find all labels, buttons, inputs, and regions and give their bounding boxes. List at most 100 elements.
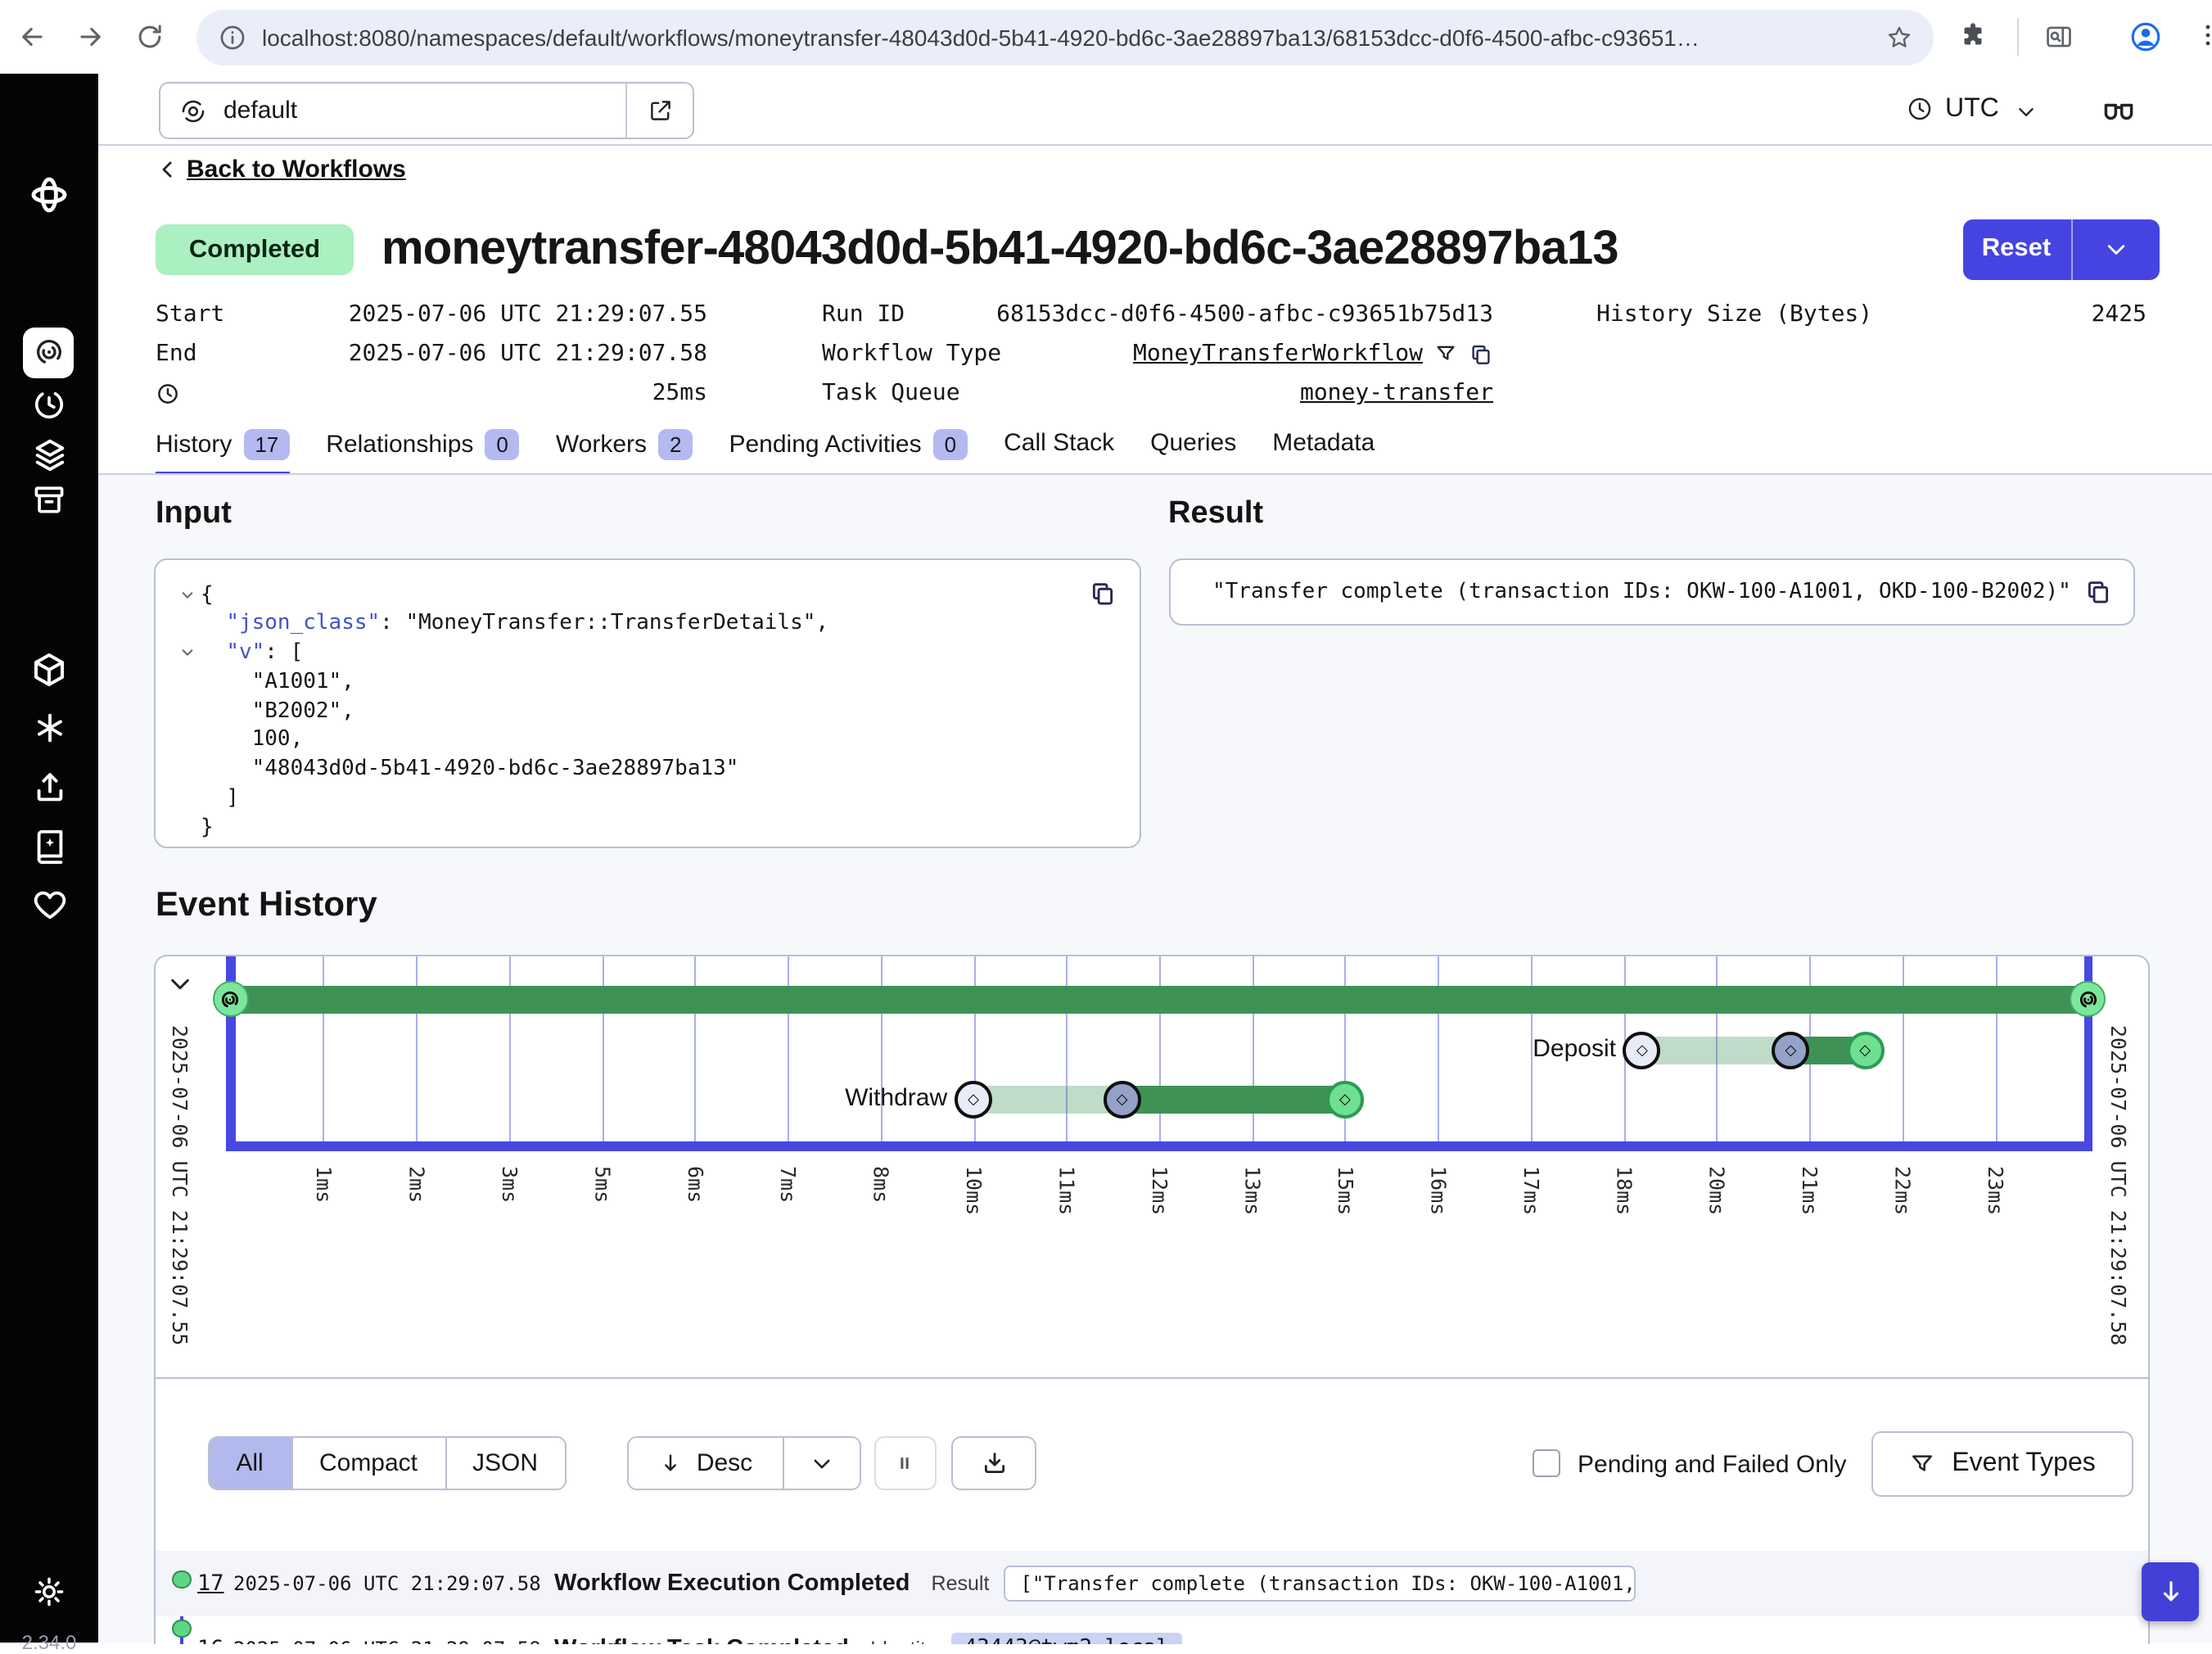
view-mode-json[interactable]: JSON xyxy=(445,1438,564,1489)
pending-failed-checkbox[interactable] xyxy=(1532,1448,1560,1476)
reset-dropdown-chevron-icon[interactable] xyxy=(2072,219,2160,279)
timeline-tick-label: 5ms xyxy=(590,1165,615,1202)
workflow-span-endpoint-icon[interactable] xyxy=(213,981,249,1017)
start-label: Start xyxy=(156,301,224,328)
workflow-span-endpoint-icon[interactable] xyxy=(2070,981,2106,1017)
tab-relationships[interactable]: Relationships0 xyxy=(326,429,520,472)
browser-menu-dots-icon[interactable] xyxy=(2194,21,2212,49)
activity-deposit-completed-marker[interactable]: ◇ xyxy=(1846,1031,1884,1069)
activity-withdraw-scheduled-marker[interactable]: ◇ xyxy=(955,1080,992,1118)
tab-history[interactable]: History17 xyxy=(156,429,290,475)
start-value: 2025-07-06 UTC 21:29:07.55 xyxy=(224,301,707,328)
sort-dropdown-chevron-icon[interactable] xyxy=(783,1438,860,1489)
side-panel-icon[interactable] xyxy=(2043,21,2074,52)
tab-count-badge: 0 xyxy=(485,429,519,460)
event-row-16[interactable]: 162025-07-06 UTC 21:29:07.58Workflow Tas… xyxy=(155,1616,2148,1643)
timezone-label[interactable]: UTC xyxy=(1945,74,1999,144)
namespace-box-divider xyxy=(625,83,626,138)
timeline-tick-label: 20ms xyxy=(1705,1165,1730,1214)
tab-workers[interactable]: Workers 2 xyxy=(556,429,693,472)
theme-sun-icon[interactable] xyxy=(31,1574,70,1610)
url-text[interactable]: localhost:8080/namespaces/default/workfl… xyxy=(262,9,1883,65)
timeline-tick-label: 8ms xyxy=(869,1165,894,1202)
input-copy-icon[interactable] xyxy=(1088,579,1116,607)
json-collapse-chevron-icon[interactable] xyxy=(174,581,201,610)
history-size-label: History Size (Bytes) xyxy=(1596,301,1872,328)
profile-avatar-icon[interactable] xyxy=(2128,19,2163,53)
workflow-type-filter-icon[interactable] xyxy=(1434,343,1457,366)
timeline-right-time-label: 2025-07-06 UTC 21:29:07.58 xyxy=(2106,1024,2131,1344)
json-collapse-chevron-icon[interactable] xyxy=(174,639,201,668)
event-types-button[interactable]: Event Types xyxy=(1871,1430,2133,1496)
download-icon xyxy=(980,1449,1008,1477)
event-detail-value: ["Transfer complete (transaction IDs: OK… xyxy=(1004,1566,1636,1602)
workflow-type-link[interactable]: MoneyTransferWorkflow xyxy=(1133,341,1423,368)
view-mode-all[interactable]: All xyxy=(209,1438,291,1489)
browser-forward-icon[interactable] xyxy=(75,21,106,52)
json-line: ] xyxy=(174,784,828,814)
namespace-external-link-icon[interactable] xyxy=(646,96,674,124)
download-history-button[interactable] xyxy=(951,1436,1036,1490)
labs-glasses-icon[interactable] xyxy=(2101,92,2137,128)
browser-reload-icon[interactable] xyxy=(134,21,165,52)
timeline-tick-label: 22ms xyxy=(1891,1165,1916,1214)
sort-desc-button[interactable]: Desc xyxy=(629,1438,783,1489)
activity-deposit-pending-bar xyxy=(1642,1036,1791,1064)
timeline-tick-label: 21ms xyxy=(1798,1165,1822,1214)
back-chevron-icon[interactable] xyxy=(156,157,180,182)
tab-pending-activities[interactable]: Pending Activities0 xyxy=(729,429,968,472)
bookmark-star-icon[interactable] xyxy=(1885,22,1914,52)
task-queue-label: Task Queue xyxy=(822,381,960,407)
view-mode-compact[interactable]: Compact xyxy=(291,1438,445,1489)
extensions-puzzle-icon[interactable] xyxy=(1958,21,1988,51)
sidebar-item-asterisk[interactable] xyxy=(30,708,70,746)
activity-withdraw-completed-marker[interactable]: ◇ xyxy=(1326,1080,1364,1118)
tab-call-stack[interactable]: Call Stack xyxy=(1004,429,1114,468)
event-row-17[interactable]: 172025-07-06 UTC 21:29:07.58Workflow Exe… xyxy=(155,1551,2148,1616)
tab-queries[interactable]: Queries xyxy=(1150,429,1236,468)
tab-label: Workers xyxy=(556,431,647,459)
browser-back-icon[interactable] xyxy=(16,21,47,52)
pending-failed-label: Pending and Failed Only xyxy=(1578,1450,1847,1478)
back-to-workflows-link[interactable]: Back to Workflows xyxy=(187,156,406,183)
json-line: "v": [ xyxy=(174,639,828,668)
duration-clock-icon xyxy=(156,382,180,406)
namespace-selector[interactable]: default xyxy=(158,81,693,139)
scroll-to-bottom-button[interactable] xyxy=(2142,1562,2199,1621)
sidebar-item-deployments[interactable] xyxy=(30,436,70,473)
timeline-gridline xyxy=(1995,956,1997,1146)
timezone-chevron-icon[interactable] xyxy=(2016,102,2037,123)
activity-withdraw-started-marker[interactable]: ◇ xyxy=(1104,1080,1141,1118)
task-queue-link[interactable]: money-transfer xyxy=(1300,381,1493,407)
sidebar-item-docs[interactable] xyxy=(30,826,70,864)
workflow-type-copy-icon[interactable] xyxy=(1469,342,1493,367)
workflow-type-label: Workflow Type xyxy=(822,341,1001,368)
app-version: 2.34.0 xyxy=(0,1631,98,1654)
timeline-gridline xyxy=(788,956,789,1146)
sidebar-item-schedules[interactable] xyxy=(31,386,70,423)
view-mode-switcher: All Compact JSON xyxy=(207,1436,566,1490)
temporal-logo-icon[interactable] xyxy=(29,175,69,215)
sidebar-item-workflows[interactable] xyxy=(23,327,74,377)
event-id-link[interactable]: 17 xyxy=(197,1570,233,1597)
event-detail-value: 43443@twm2.local xyxy=(951,1632,1182,1643)
sidebar-item-import-export[interactable] xyxy=(30,768,70,806)
reset-button[interactable]: Reset xyxy=(1962,219,2070,279)
address-bar[interactable]: localhost:8080/namespaces/default/workfl… xyxy=(196,9,1934,65)
site-info-icon[interactable] xyxy=(218,22,247,52)
timeline-tick-label: 1ms xyxy=(312,1165,336,1202)
sidebar-item-feedback-heart[interactable] xyxy=(30,886,70,924)
timeline-gridline xyxy=(323,956,325,1146)
timeline-gridline xyxy=(1159,956,1161,1146)
tab-label: Queries xyxy=(1150,429,1236,457)
sidebar-item-archive[interactable] xyxy=(31,481,70,517)
timeline-bottom-border xyxy=(155,1377,2148,1379)
sidebar-item-nexus[interactable] xyxy=(29,650,69,689)
tab-label: History xyxy=(156,431,232,459)
timeline-tick-label: 16ms xyxy=(1426,1165,1451,1214)
tab-count-badge: 2 xyxy=(658,429,693,460)
pause-autorefresh-button[interactable] xyxy=(874,1436,936,1490)
tab-label: Call Stack xyxy=(1004,429,1114,457)
tab-metadata[interactable]: Metadata xyxy=(1272,429,1375,468)
result-copy-icon[interactable] xyxy=(2083,577,2111,605)
